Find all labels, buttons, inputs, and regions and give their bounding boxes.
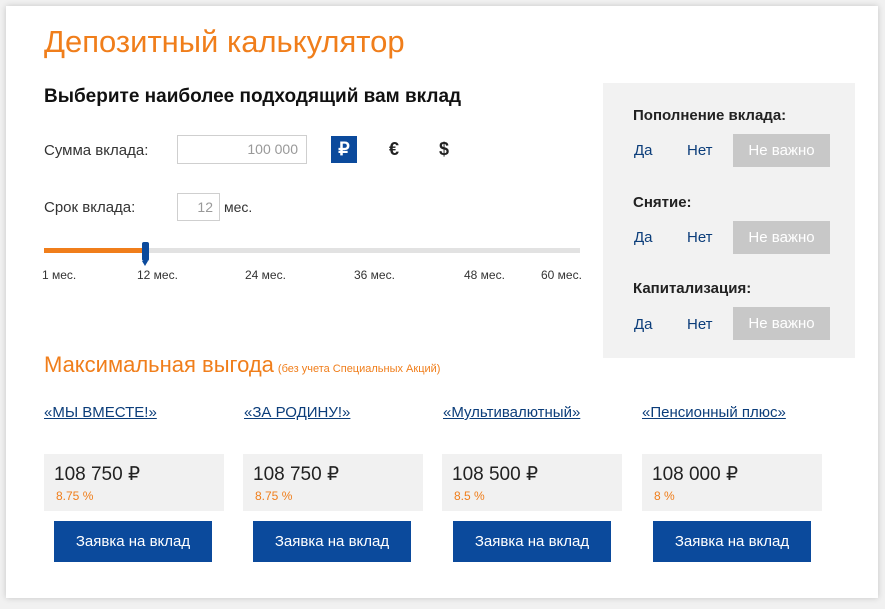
deposit-result-box: 108 750 ₽ 8.75 % xyxy=(44,454,224,511)
filter-capitalization-yes[interactable]: Да xyxy=(634,316,653,333)
slider-tick: 36 мес. xyxy=(354,268,395,282)
term-slider-track[interactable] xyxy=(44,248,580,253)
deposit-rate: 8 % xyxy=(654,489,675,503)
deposit-amount: 108 750 ₽ xyxy=(253,464,340,485)
benefit-note: (без учета Специальных Акций) xyxy=(277,363,441,375)
currency-eur-button[interactable]: € xyxy=(381,136,407,163)
page-title: Депозитный калькулятор xyxy=(44,24,405,59)
filters-panel: Пополнение вклада: Да Нет Не важно Сняти… xyxy=(603,83,855,358)
filter-withdrawal-no[interactable]: Нет xyxy=(687,229,713,246)
deposit-result-box: 108 750 ₽ 8.75 % xyxy=(243,454,423,511)
calculator-card: Депозитный калькулятор Выберите наиболее… xyxy=(6,6,878,598)
section-subtitle: Выберите наиболее подходящий вам вклад xyxy=(44,86,462,107)
benefit-heading: Максимальная выгода (без учета Специальны… xyxy=(44,352,440,378)
apply-deposit-button[interactable]: Заявка на вклад xyxy=(54,521,212,562)
deposit-amount: 108 500 ₽ xyxy=(452,464,539,485)
deposit-link-multicurrency[interactable]: «Мультивалютный» xyxy=(443,404,580,421)
term-slider-handle[interactable] xyxy=(142,242,150,266)
amount-input[interactable]: 100 000 xyxy=(177,135,307,164)
slider-tick: 1 мес. xyxy=(42,268,77,282)
currency-usd-button[interactable]: $ xyxy=(431,136,457,163)
slider-tick: 12 мес. xyxy=(137,268,178,282)
deposit-result-box: 108 500 ₽ 8.5 % xyxy=(442,454,622,511)
filter-title-replenish: Пополнение вклада: xyxy=(633,107,787,124)
filter-replenish-no[interactable]: Нет xyxy=(687,142,713,159)
currency-rub-button[interactable]: ₽ xyxy=(331,136,357,163)
filter-title-capitalization: Капитализация: xyxy=(633,280,752,297)
deposit-link-za-rodinu[interactable]: «ЗА РОДИНУ!» xyxy=(244,404,350,421)
deposit-rate: 8.75 % xyxy=(56,489,94,503)
deposit-amount: 108 750 ₽ xyxy=(54,464,141,485)
deposit-link-my-vmeste[interactable]: «МЫ ВМЕСТЕ!» xyxy=(44,404,157,421)
filter-replenish-any[interactable]: Не важно xyxy=(733,134,830,167)
filter-capitalization-any[interactable]: Не важно xyxy=(733,307,830,340)
apply-deposit-button[interactable]: Заявка на вклад xyxy=(653,521,811,562)
filter-title-withdrawal: Снятие: xyxy=(633,194,692,211)
term-unit: мес. xyxy=(224,199,253,215)
deposit-result-box: 108 000 ₽ 8 % xyxy=(642,454,822,511)
deposit-link-pension-plus[interactable]: «Пенсионный плюс» xyxy=(642,404,786,421)
benefit-title: Максимальная выгода xyxy=(44,352,274,377)
amount-label: Сумма вклада: xyxy=(44,142,149,159)
deposit-rate: 8.5 % xyxy=(454,489,485,503)
filter-capitalization-no[interactable]: Нет xyxy=(687,316,713,333)
term-input[interactable]: 12 xyxy=(177,193,220,221)
term-label: Срок вклада: xyxy=(44,199,136,216)
slider-tick: 24 мес. xyxy=(245,268,286,282)
deposit-rate: 8.75 % xyxy=(255,489,293,503)
filter-replenish-yes[interactable]: Да xyxy=(634,142,653,159)
apply-deposit-button[interactable]: Заявка на вклад xyxy=(253,521,411,562)
filter-withdrawal-yes[interactable]: Да xyxy=(634,229,653,246)
apply-deposit-button[interactable]: Заявка на вклад xyxy=(453,521,611,562)
filter-withdrawal-any[interactable]: Не важно xyxy=(733,221,830,254)
deposit-amount: 108 000 ₽ xyxy=(652,464,739,485)
term-slider-fill xyxy=(44,248,146,253)
slider-tick: 60 мес. xyxy=(541,268,582,282)
slider-tick: 48 мес. xyxy=(464,268,505,282)
